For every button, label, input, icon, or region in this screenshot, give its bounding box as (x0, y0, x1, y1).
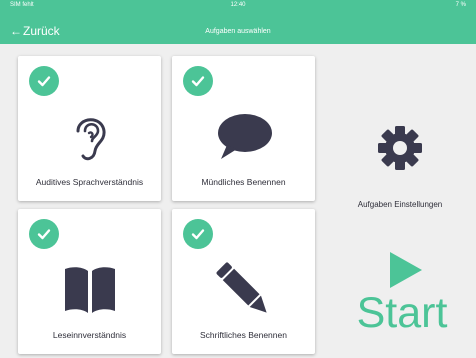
task-tile-auditory-comprehension[interactable]: Auditives Sprachverständnis (18, 56, 161, 201)
completed-check-icon (29, 219, 59, 249)
task-tile-label: Schriftliches Benennen (200, 330, 287, 340)
battery-level: 7 % (455, 2, 466, 8)
status-bar: SIM fehlt 12:40 7 % (0, 0, 476, 12)
pencil-icon (172, 259, 315, 321)
speech-bubble-icon (172, 106, 315, 168)
navigation-bar: ← Zurück Aufgaben auswählen (0, 22, 476, 42)
completed-check-icon (183, 66, 213, 96)
start-button[interactable]: Start (340, 240, 464, 352)
task-tile-oral-naming[interactable]: Mündliches Benennen (172, 56, 315, 201)
ear-icon (18, 106, 161, 168)
top-bar: SIM fehlt 12:40 7 % ← Zurück Aufgaben au… (0, 0, 476, 44)
start-button-label: Start (356, 289, 448, 337)
book-icon (18, 259, 161, 321)
task-tile-label: Leseinnverständnis (52, 330, 127, 340)
task-settings-label: Aufgaben Einstellungen (357, 200, 443, 209)
play-icon (390, 252, 422, 288)
task-tile-label: Auditives Sprachverständnis (35, 177, 144, 187)
status-time: 12:40 (230, 2, 246, 8)
page-title: Aufgaben auswählen (205, 28, 271, 35)
gear-icon (330, 126, 470, 170)
completed-check-icon (183, 219, 213, 249)
task-tile-reading-comprehension[interactable]: Leseinnverständnis (18, 209, 161, 354)
task-selection-area: Auditives Sprachverständnis Mündliches B… (0, 44, 476, 358)
task-tile-label: Mündliches Benennen (201, 177, 286, 187)
completed-check-icon (29, 66, 59, 96)
task-settings-button[interactable]: Aufgaben Einstellungen (330, 74, 470, 224)
task-tile-written-naming[interactable]: Schriftliches Benennen (172, 209, 315, 354)
